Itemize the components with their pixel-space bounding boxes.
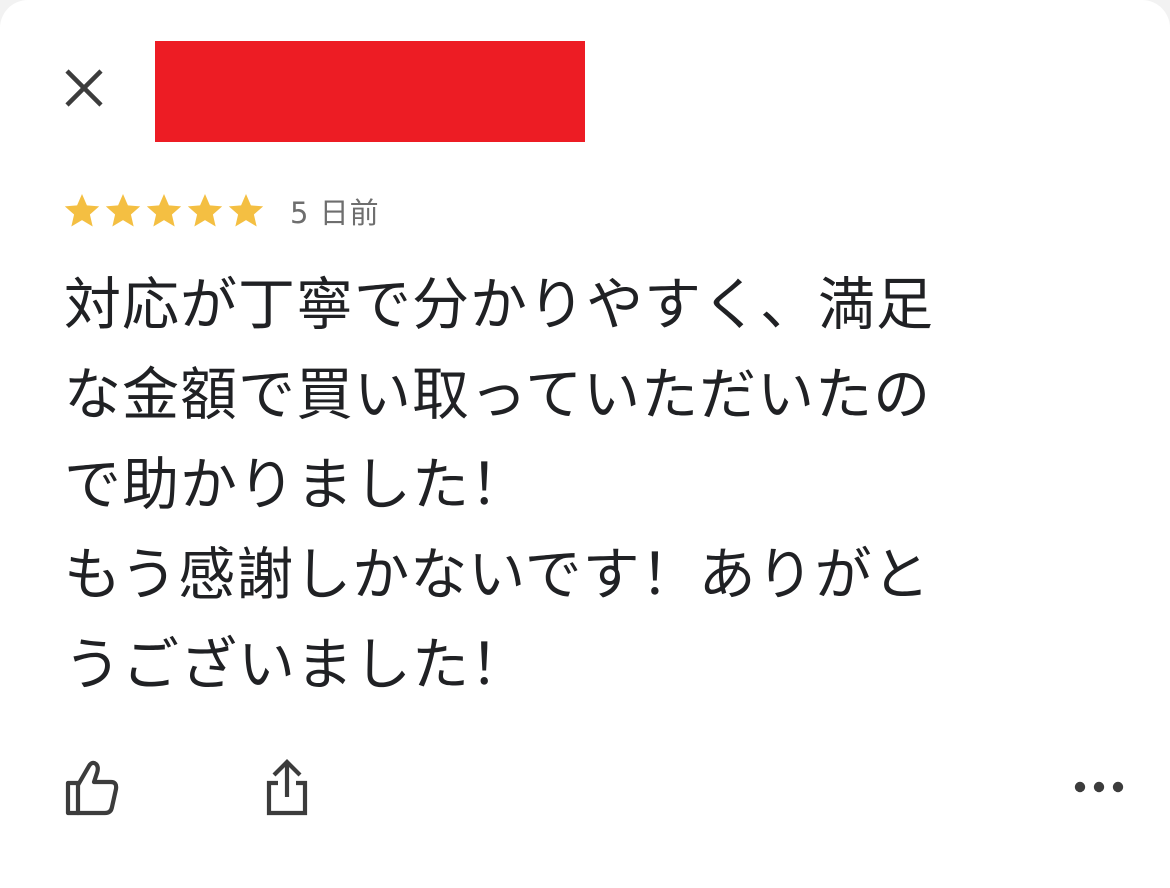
more-horizontal-icon	[1074, 781, 1124, 793]
review-age: 5 日前	[290, 196, 380, 230]
review-text-line: な金額で買い取っていただいたの	[64, 362, 932, 428]
review-text-line: で助かりました！	[64, 452, 528, 518]
star-icon	[64, 194, 100, 227]
review-text-line: 対応が丁寧で分かりやすく、満足	[64, 272, 934, 338]
rating-row: 5 日前	[62, 188, 380, 234]
close-icon	[65, 69, 103, 107]
redacted-reviewer-name	[155, 41, 585, 142]
thumbs-up-icon	[65, 760, 119, 816]
review-card: 5 日前 対応が丁寧で分かりやすく、満足 な金額で買い取っていただいたの で助か…	[0, 0, 1170, 888]
close-button[interactable]	[56, 60, 112, 116]
share-icon	[266, 759, 308, 816]
like-button[interactable]	[58, 752, 124, 822]
star-icon	[105, 194, 141, 227]
star-rating	[62, 191, 266, 231]
review-actions	[0, 752, 1170, 832]
review-text-line: うございました！	[64, 632, 528, 698]
share-button[interactable]	[254, 752, 320, 822]
star-icon	[187, 194, 223, 227]
star-icon	[228, 194, 264, 227]
review-text: 対応が丁寧で分かりやすく、満足 な金額で買い取っていただいたの で助かりました！…	[64, 260, 1104, 710]
star-icon	[146, 194, 182, 227]
review-text-line: もう感謝しかないです！ありがと	[64, 542, 931, 608]
more-options-button[interactable]	[1066, 752, 1132, 822]
